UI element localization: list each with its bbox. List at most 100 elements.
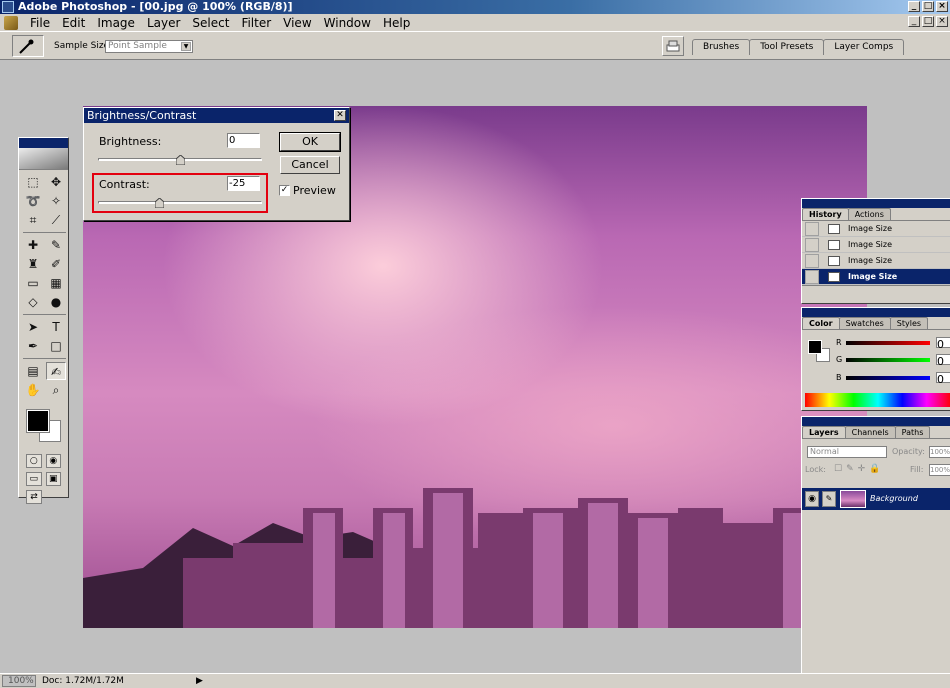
menu-filter[interactable]: Filter: [235, 16, 277, 30]
tab-brushes[interactable]: Brushes: [692, 39, 751, 55]
preview-checkbox[interactable]: ✓: [279, 185, 290, 196]
preview-label: Preview: [293, 184, 336, 197]
doc-close-button[interactable]: ×: [936, 16, 948, 27]
tab-history[interactable]: History: [802, 208, 849, 220]
crop-tool-icon[interactable]: ⌗: [23, 211, 43, 229]
tab-channels[interactable]: Channels: [844, 426, 896, 438]
tab-swatches[interactable]: Swatches: [838, 317, 891, 329]
quick-mask-icon[interactable]: ◉: [45, 454, 61, 468]
printer-icon: [666, 40, 680, 52]
menu-help[interactable]: Help: [377, 16, 416, 30]
hand-tool-icon[interactable]: ✋: [23, 381, 43, 399]
adobe-online-button[interactable]: [19, 148, 68, 170]
jump-to-imageready-icon[interactable]: ⇄: [26, 490, 42, 504]
eyedropper-icon: [19, 39, 34, 54]
shape-tool-icon[interactable]: □: [46, 337, 66, 355]
brightness-slider-thumb[interactable]: [175, 155, 185, 165]
tab-color[interactable]: Color: [802, 317, 840, 329]
menu-view[interactable]: View: [277, 16, 317, 30]
screen-mode-full-icon[interactable]: ▣: [45, 472, 61, 486]
type-tool-icon[interactable]: T: [46, 318, 66, 336]
eye-icon[interactable]: ◉: [805, 491, 819, 507]
healing-brush-icon[interactable]: ✚: [23, 236, 43, 254]
ok-button[interactable]: OK: [279, 132, 341, 152]
zoom-level-field[interactable]: 100%: [2, 675, 36, 687]
close-button[interactable]: ×: [936, 1, 948, 12]
menu-image[interactable]: Image: [91, 16, 141, 30]
maximize-button[interactable]: □: [922, 1, 934, 12]
path-selection-icon[interactable]: ➤: [23, 318, 43, 336]
blue-channel-row[interactable]: B0: [836, 372, 950, 386]
options-bar: Sample Size: Point Sample ▼ Brushes Tool…: [0, 31, 950, 60]
tool-preset-picker[interactable]: [12, 35, 44, 57]
notes-tool-icon[interactable]: ▤: [23, 362, 43, 380]
color-panel-titlebar[interactable]: [802, 308, 950, 317]
green-channel-row[interactable]: G0: [836, 354, 950, 368]
screen-mode-standard-icon[interactable]: ▭: [26, 472, 42, 486]
brush-link-icon[interactable]: ✎: [822, 491, 836, 507]
doc-restore-button[interactable]: □: [922, 16, 934, 27]
history-brush-icon[interactable]: ✐: [46, 255, 66, 273]
gradient-tool-icon[interactable]: ▦: [46, 274, 66, 292]
fill-input[interactable]: 100%: [929, 464, 950, 476]
status-bar: 100% Doc: 1.72M/1.72M ▶: [0, 673, 950, 688]
tab-styles[interactable]: Styles: [889, 317, 929, 329]
color-spectrum-ramp[interactable]: [805, 393, 950, 407]
file-browser-button[interactable]: [662, 36, 684, 56]
palette-well: Brushes Tool Presets Layer Comps: [692, 39, 905, 55]
brush-tool-icon[interactable]: ✎: [46, 236, 66, 254]
color-panel-fg-swatch[interactable]: [808, 340, 822, 354]
sample-size-select[interactable]: Point Sample ▼: [105, 40, 193, 53]
history-item[interactable]: Image Size: [802, 253, 950, 269]
tab-paths[interactable]: Paths: [894, 426, 931, 438]
eyedropper-tool-icon[interactable]: ✍: [46, 362, 66, 380]
menu-edit[interactable]: Edit: [56, 16, 91, 30]
toolbox: ⬚ ✥ ➰ ✧ ⌗ ⟋ ✚ ✎ ♜ ✐ ▭ ▦ ◇ ● ➤ T ✒ □ ▤ ✍ …: [18, 137, 69, 504]
menu-window[interactable]: Window: [318, 16, 377, 30]
marquee-tool-icon[interactable]: ⬚: [23, 173, 43, 191]
status-menu-arrow-icon[interactable]: ▶: [196, 675, 208, 687]
history-item-selected[interactable]: Image Size: [802, 269, 950, 285]
chevron-down-icon: ▼: [181, 42, 191, 51]
foreground-color-swatch[interactable]: [26, 409, 50, 433]
lock-icons[interactable]: ☐✎✛🔒: [834, 464, 884, 474]
pen-tool-icon[interactable]: ✒: [23, 337, 43, 355]
toolbox-titlebar[interactable]: [19, 138, 68, 148]
color-panel: Color Swatches Styles R0 G0 B0: [801, 307, 950, 411]
red-value: 0: [936, 337, 950, 351]
opacity-input[interactable]: 100%: [929, 446, 950, 458]
red-channel-row[interactable]: R0: [836, 337, 950, 351]
eraser-tool-icon[interactable]: ▭: [23, 274, 43, 292]
clone-stamp-icon[interactable]: ♜: [23, 255, 43, 273]
dialog-close-button[interactable]: ✕: [334, 110, 346, 121]
standard-mode-icon[interactable]: ○: [26, 454, 42, 468]
tab-layers[interactable]: Layers: [802, 426, 846, 438]
menu-layer[interactable]: Layer: [141, 16, 186, 30]
layers-panel-titlebar[interactable]: [802, 417, 950, 426]
layer-row-background[interactable]: ◉ ✎ Background: [802, 488, 950, 510]
menu-select[interactable]: Select: [186, 16, 235, 30]
tab-actions[interactable]: Actions: [847, 208, 891, 220]
tab-tool-presets[interactable]: Tool Presets: [749, 39, 825, 55]
history-panel-titlebar[interactable]: [802, 199, 950, 208]
zoom-tool-icon[interactable]: ⌕: [46, 381, 66, 399]
magic-wand-icon[interactable]: ✧: [46, 192, 66, 210]
dodge-tool-icon[interactable]: ●: [46, 293, 66, 311]
blend-mode-select[interactable]: Normal: [807, 446, 887, 458]
layers-panel: Layers Channels Paths Normal Opacity: 10…: [801, 416, 950, 688]
history-item[interactable]: Image Size: [802, 221, 950, 237]
sample-size-value: Point Sample: [108, 41, 167, 51]
history-item[interactable]: Image Size: [802, 237, 950, 253]
tab-layer-comps[interactable]: Layer Comps: [823, 39, 905, 55]
minimize-button[interactable]: _: [908, 1, 920, 12]
doc-minimize-button[interactable]: _: [908, 16, 920, 27]
lasso-tool-icon[interactable]: ➰: [23, 192, 43, 210]
blur-tool-icon[interactable]: ◇: [23, 293, 43, 311]
brightness-input[interactable]: 0: [227, 133, 260, 148]
document-icon[interactable]: [4, 15, 18, 30]
menu-file[interactable]: File: [24, 16, 56, 30]
opacity-label: Opacity:: [892, 447, 925, 456]
move-tool-icon[interactable]: ✥: [46, 173, 66, 191]
cancel-button[interactable]: Cancel: [280, 156, 340, 174]
slice-tool-icon[interactable]: ⟋: [46, 211, 66, 229]
